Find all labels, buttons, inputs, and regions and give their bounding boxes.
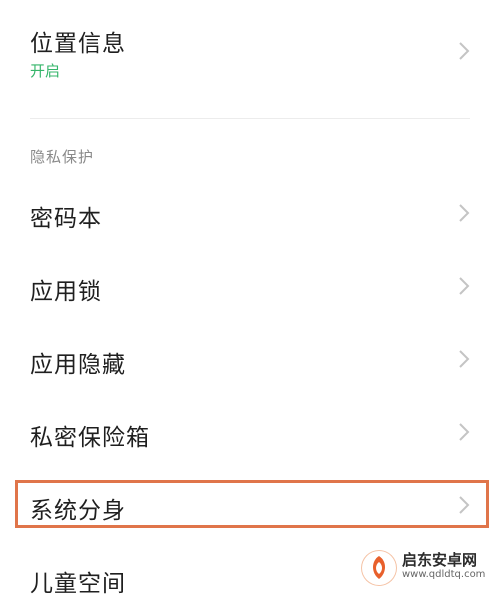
settings-screen: 位置信息 开启 隐私保护 密码本 应用锁 应用隐藏 私密保险箱 系统分身 儿童空… bbox=[0, 0, 500, 597]
chevron-right-icon bbox=[458, 203, 470, 223]
watermark-title: 启东安卓网 bbox=[402, 551, 478, 569]
privacy-item-label: 私密保险箱 bbox=[30, 425, 150, 451]
chevron-right-icon bbox=[458, 495, 470, 515]
privacy-item-private-safe[interactable]: 私密保险箱 bbox=[0, 402, 500, 462]
privacy-item-system-clone[interactable]: 系统分身 bbox=[0, 475, 500, 535]
chevron-right-icon bbox=[458, 349, 470, 369]
privacy-item-password-book[interactable]: 密码本 bbox=[0, 183, 500, 243]
privacy-item-app-lock[interactable]: 应用锁 bbox=[0, 256, 500, 316]
privacy-item-label: 儿童空间 bbox=[30, 571, 126, 597]
privacy-item-label: 应用隐藏 bbox=[30, 352, 126, 378]
section-title-privacy: 隐私保护 bbox=[30, 148, 95, 166]
privacy-item-label: 系统分身 bbox=[30, 498, 126, 524]
location-status: 开启 bbox=[30, 62, 61, 80]
divider bbox=[30, 118, 470, 119]
location-row[interactable]: 位置信息 开启 bbox=[0, 18, 500, 90]
location-label: 位置信息 bbox=[30, 31, 126, 57]
privacy-item-label: 应用锁 bbox=[30, 279, 102, 305]
chevron-right-icon bbox=[458, 276, 470, 296]
watermark-url: www.qdldtq.com bbox=[402, 569, 486, 580]
privacy-item-label: 密码本 bbox=[30, 206, 102, 232]
chevron-right-icon bbox=[458, 422, 470, 442]
watermark: 启东安卓网 www.qdldtq.com bbox=[362, 549, 492, 585]
qidong-logo-icon bbox=[362, 551, 396, 585]
privacy-item-app-hide[interactable]: 应用隐藏 bbox=[0, 329, 500, 389]
chevron-right-icon bbox=[458, 41, 470, 61]
